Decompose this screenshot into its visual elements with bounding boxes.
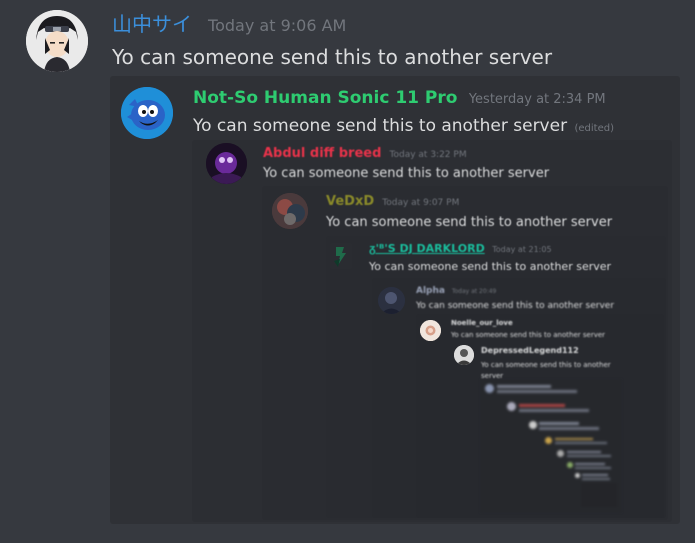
message-header: Alpha Today at 20:49 <box>416 286 496 297</box>
edited-label: (edited) <box>574 123 614 134</box>
timestamp: Today at 9:06 AM <box>208 16 347 35</box>
avatar[interactable] <box>206 143 247 184</box>
username[interactable]: 山中サイ <box>112 12 192 36</box>
message-header: DepressedLegend112 <box>481 346 583 357</box>
avatar[interactable] <box>454 345 474 365</box>
message-header: Not-So Human Sonic 11 Pro Yesterday at 2… <box>193 87 606 111</box>
username[interactable]: Alpha <box>416 286 445 296</box>
username[interactable]: DepressedLegend112 <box>481 346 579 355</box>
message-text: Yo can someone send this to another serv… <box>193 115 614 140</box>
message-text: Yo can someone send this to another serv… <box>481 361 611 380</box>
message-text: Yo can someone send this to another serv… <box>416 301 615 311</box>
message-text: Yo can someone send this to another serv… <box>451 331 606 339</box>
avatar[interactable] <box>272 193 308 229</box>
message-text-content: Yo can someone send this to another serv… <box>193 116 568 136</box>
username[interactable]: Not-So Human Sonic 11 Pro <box>193 88 457 108</box>
avatar[interactable] <box>420 320 441 341</box>
username[interactable]: Abdul diff breed <box>263 146 381 161</box>
chat-view: 山中サイ Today at 9:06 AM Yo can someone sen… <box>0 0 695 543</box>
username[interactable]: Noelle_our_love <box>451 319 513 327</box>
nested-screenshot <box>481 380 621 512</box>
message-header: Noelle_our_love <box>451 319 517 329</box>
message-header: VeDxD Today at 9:07 PM <box>326 194 459 211</box>
timestamp: Today at 20:49 <box>451 288 497 295</box>
timestamp: Yesterday at 2:34 PM <box>468 92 606 107</box>
message-text: Yo can someone send this to another serv… <box>369 260 612 273</box>
avatar[interactable] <box>121 87 173 139</box>
avatar[interactable] <box>378 287 405 314</box>
message-text: Yo can someone send this to another serv… <box>326 215 613 230</box>
avatar[interactable] <box>330 243 352 269</box>
message-header: ᵹ'ᴮ'S DJ DARKLORD Today at 21:05 <box>369 242 552 257</box>
username[interactable]: VeDxD <box>326 194 374 209</box>
timestamp: Today at 21:05 <box>492 245 552 254</box>
message-text: Yo can someone send this to another serv… <box>263 166 550 181</box>
message-text: Yo can someone send this to another serv… <box>112 45 553 69</box>
message-header: Abdul diff breed Today at 3:22 PM <box>263 146 467 163</box>
avatar[interactable] <box>26 10 88 72</box>
timestamp: Today at 9:07 PM <box>382 198 460 208</box>
timestamp: Today at 3:22 PM <box>389 150 467 160</box>
username[interactable]: ᵹ'ᴮ'S DJ DARKLORD <box>369 242 485 255</box>
message-header: 山中サイ Today at 9:06 AM <box>112 12 346 38</box>
